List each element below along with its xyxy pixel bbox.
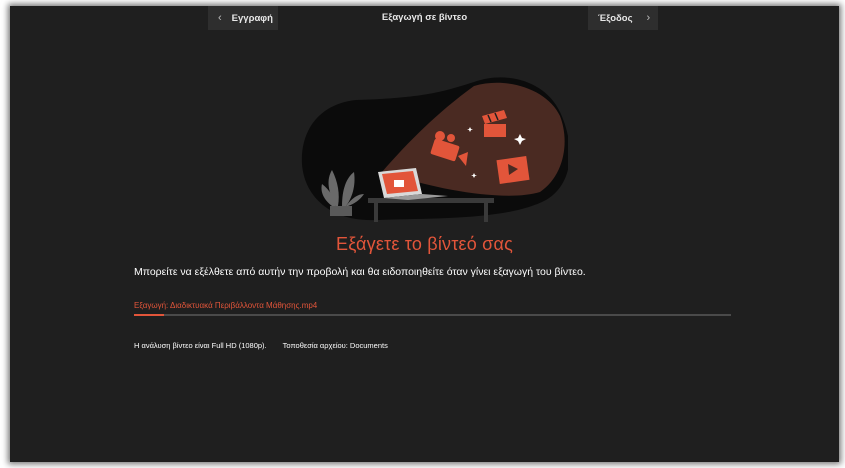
export-progress-bar	[134, 314, 731, 316]
resolution-text: Η ανάλυση βίντεο είναι Full HD (1080p).	[134, 341, 267, 350]
page-title: Εξαγωγή σε βίντεο	[381, 12, 468, 23]
export-subtitle: Μπορείτε να εξέλθετε από αυτήν την προβο…	[134, 266, 586, 278]
exit-button[interactable]: Έξοδος ›	[588, 6, 658, 30]
export-file-label: Εξαγωγή: Διαδικτυακά Περιβάλλοντα Μάθηση…	[134, 301, 318, 310]
file-location-text: Τοποθεσία αρχείου: Documents	[282, 341, 388, 350]
export-heading: Εξάγετε το βίντεό σας	[336, 234, 513, 254]
top-bar: ‹ Εγγραφή Εξαγωγή σε βίντεο Έξοδος ›	[10, 6, 839, 32]
export-progress-fill	[134, 314, 164, 316]
video-play-icon	[496, 156, 530, 184]
export-illustration	[301, 77, 568, 222]
exit-button-label: Έξοδος	[598, 12, 633, 24]
export-window: ‹ Εγγραφή Εξαγωγή σε βίντεο Έξοδος › Εξά…	[10, 6, 839, 462]
export-info: Η ανάλυση βίντεο είναι Full HD (1080p). …	[134, 341, 388, 350]
chevron-right-icon: ›	[646, 12, 651, 24]
